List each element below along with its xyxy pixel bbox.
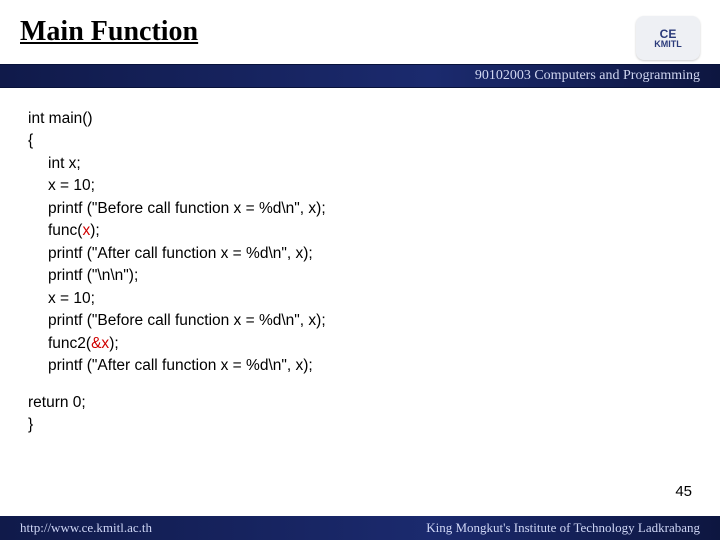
code-line: }: [28, 414, 692, 436]
slide-title: Main Function: [20, 16, 198, 48]
code-line: printf ("Before call function x = %d\n",…: [28, 198, 692, 220]
code-line: {: [28, 130, 692, 152]
code-line: x = 10;: [28, 288, 692, 310]
course-bar: 90102003 Computers and Programming: [0, 64, 720, 88]
code-line: printf ("After call function x = %d\n", …: [28, 243, 692, 265]
slide-footer: http://www.ce.kmitl.ac.th King Mongkut's…: [0, 516, 720, 540]
blank-line: [28, 378, 692, 392]
page-number: 45: [675, 483, 692, 500]
course-code-title: 90102003 Computers and Programming: [475, 68, 700, 83]
code-line: return 0;: [28, 392, 692, 414]
logo-line2: KMITL: [654, 40, 682, 49]
code-line: func(x);: [28, 220, 692, 242]
ce-kmitl-logo: CE KMITL: [636, 16, 700, 60]
func-arg-byref: &x: [91, 335, 109, 352]
code-line: printf ("Before call function x = %d\n",…: [28, 310, 692, 332]
footer-org: King Mongkut's Institute of Technology L…: [426, 520, 700, 536]
slide-header: Main Function CE KMITL: [0, 0, 720, 64]
code-line: printf ("\n\n");: [28, 265, 692, 287]
code-line: func2(&x);: [28, 333, 692, 355]
code-line: printf ("After call function x = %d\n", …: [28, 355, 692, 377]
code-line: int main(): [28, 108, 692, 130]
code-line: x = 10;: [28, 175, 692, 197]
code-line: int x;: [28, 153, 692, 175]
logo-line1: CE: [660, 28, 677, 40]
code-block: int main() { int x; x = 10; printf ("Bef…: [0, 88, 720, 437]
footer-url: http://www.ce.kmitl.ac.th: [20, 520, 152, 536]
